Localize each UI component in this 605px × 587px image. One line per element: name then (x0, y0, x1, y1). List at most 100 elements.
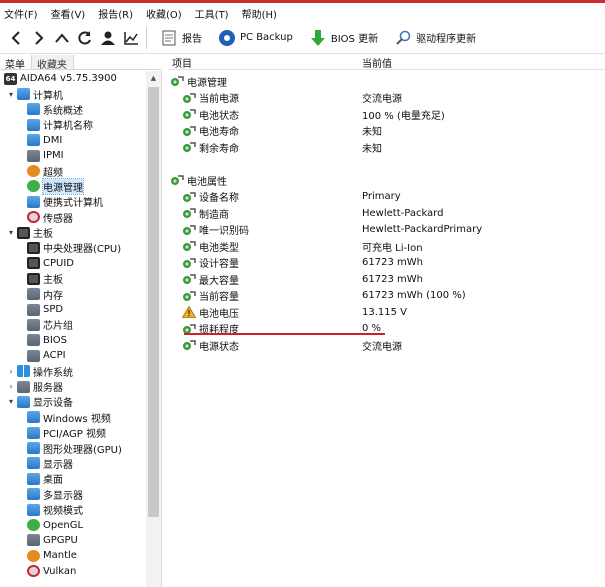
tree-node-icon (27, 411, 40, 424)
tree-item[interactable]: › 服务器 (0, 379, 161, 394)
tree-item[interactable]: 桌面 (0, 471, 161, 486)
magnifier-icon (394, 29, 412, 47)
item-cell: 电池寿命 (168, 123, 360, 138)
up-button[interactable] (50, 26, 73, 50)
tree-item[interactable]: GPGPU (0, 533, 161, 548)
tab-favorites[interactable]: 收藏夹 (32, 55, 74, 71)
tree-item[interactable]: ACPI (0, 348, 161, 363)
scroll-thumb[interactable] (148, 87, 159, 517)
tree-item-label: 芯片组 (43, 321, 73, 333)
tree-item-label: 显示器 (43, 459, 73, 471)
tree-item[interactable]: 电源管理 (0, 177, 161, 195)
list-row[interactable]: 唯一识别码 Hewlett-PackardPrimary (168, 222, 605, 239)
tree-item[interactable]: 内存 (0, 286, 161, 302)
tree-item[interactable]: Vulkan (0, 564, 161, 579)
tree-item[interactable]: 多显示器 (0, 487, 161, 502)
item-name: 唯一识别码 (199, 226, 249, 238)
tree-node-icon (27, 241, 40, 254)
user-button[interactable] (96, 26, 119, 50)
tree-item[interactable]: BIOS (0, 333, 161, 348)
expand-down-icon[interactable]: ▾ (6, 397, 16, 407)
tree-item[interactable]: SPD (0, 302, 161, 317)
tree-item[interactable]: DMI (0, 133, 161, 148)
tree-item[interactable]: IPMI (0, 148, 161, 163)
list-row[interactable]: 设计容量 61723 mWh (168, 255, 605, 272)
red-underline-annotation (184, 333, 385, 335)
menu-item[interactable]: 帮助(H) (242, 6, 277, 21)
tree-item[interactable]: 芯片组 (0, 317, 161, 332)
warning-icon (182, 306, 196, 319)
tree-item[interactable]: 主板 (0, 271, 161, 286)
list-row[interactable]: 当前电源 交流电源 (168, 90, 605, 107)
list-row[interactable]: 电源状态 交流电源 (168, 337, 605, 354)
tree-item[interactable]: 系统概述 (0, 102, 161, 117)
pc-backup-button[interactable]: PC Backup (213, 26, 298, 50)
tree-scrollbar[interactable]: ▲ (146, 71, 161, 587)
expand-down-icon[interactable]: ▾ (6, 228, 16, 238)
tree-item[interactable]: CPUID (0, 256, 161, 271)
list-row[interactable]: 电池状态 100 % (电量充足) (168, 106, 605, 123)
menu-item[interactable]: 工具(T) (195, 6, 229, 21)
tree-item[interactable]: Mantle (0, 548, 161, 563)
tree-item[interactable]: 64 AIDA64 v5.75.3900 (0, 71, 161, 86)
item-name: 电源状态 (199, 341, 239, 353)
list-row[interactable]: 最大容量 61723 mWh (168, 271, 605, 288)
forward-button[interactable] (27, 26, 50, 50)
driver-update-button[interactable]: 驱动程序更新 (389, 26, 481, 50)
group-row[interactable]: 电源管理 (168, 73, 605, 90)
list-row[interactable]: 制造商 Hewlett-Packard (168, 205, 605, 222)
bios-update-button[interactable]: BIOS 更新 (304, 26, 383, 50)
tree-item[interactable]: ▾ 主板 (0, 225, 161, 240)
expand-right-icon[interactable]: › (6, 382, 16, 392)
tree-item[interactable]: 图形处理器(GPU) (0, 440, 161, 456)
tree-item[interactable]: ▾ 显示设备 (0, 394, 161, 409)
spacer-row (168, 156, 605, 173)
tree-item[interactable]: 便携式计算机 (0, 194, 161, 209)
item-value: Hewlett-Packard (362, 207, 444, 219)
tree-item[interactable]: 显示器 (0, 456, 161, 471)
tree-item[interactable]: 计算机名称 (0, 117, 161, 132)
list-row[interactable]: 剩余寿命 未知 (168, 139, 605, 156)
chart-button[interactable] (119, 26, 142, 50)
scroll-up-arrow-icon[interactable]: ▲ (146, 71, 161, 85)
tree-item[interactable]: 中央处理器(CPU) (0, 240, 161, 255)
tree-item[interactable]: 传感器 (0, 210, 161, 225)
menu-item[interactable]: 文件(F) (4, 6, 38, 21)
refresh-button[interactable] (73, 26, 96, 50)
tree-item[interactable]: 超频 (0, 163, 161, 179)
toolbar-separator (146, 26, 147, 49)
tree-item[interactable]: ▾ 计算机 (0, 86, 161, 102)
column-header-value[interactable]: 当前值 (360, 55, 392, 70)
tree-node-icon (27, 149, 40, 162)
tree-item[interactable]: 视频模式 (0, 502, 161, 517)
menu-item[interactable]: 查看(V) (51, 6, 86, 21)
list-row[interactable]: 电池类型 可充电 Li-Ion (168, 238, 605, 255)
tree-item[interactable]: OpenGL (0, 517, 161, 532)
back-button[interactable] (4, 26, 27, 50)
tree-node-icon (27, 118, 40, 131)
tree-item[interactable]: Windows 视频 (0, 410, 161, 425)
tree-node-icon (17, 88, 30, 101)
expand-down-icon[interactable]: ▾ (6, 89, 16, 99)
list-row[interactable]: 当前容量 61723 mWh (100 %) (168, 288, 605, 305)
item-cell: 电源管理 (168, 74, 360, 89)
menu-item[interactable]: 收藏(O) (146, 6, 182, 21)
tree-item[interactable]: PCI/AGP 视频 (0, 425, 161, 440)
tree-item-label: OpenGL (43, 519, 84, 531)
tree-item[interactable]: › 操作系统 (0, 363, 161, 379)
item-name: 剩余寿命 (199, 143, 239, 155)
tree-node-icon (17, 365, 30, 378)
list-row[interactable]: 电池电压 13.115 V (168, 304, 605, 321)
item-cell: 电池属性 (168, 173, 360, 188)
list-row[interactable]: 设备名称 Primary (168, 189, 605, 206)
tab-menu[interactable]: 菜单 (0, 55, 32, 71)
expand-right-icon[interactable]: › (6, 366, 16, 376)
menu-item[interactable]: 报告(R) (98, 6, 133, 21)
tree-node-icon (27, 349, 40, 362)
list-row[interactable]: 电池寿命 未知 (168, 123, 605, 140)
column-header-item[interactable]: 项目 (168, 55, 360, 70)
group-row[interactable]: 电池属性 (168, 172, 605, 189)
report-button[interactable]: 报告 (155, 26, 207, 50)
item-cell: 当前容量 (168, 288, 360, 303)
tree-item-label: Windows 视频 (43, 413, 111, 425)
